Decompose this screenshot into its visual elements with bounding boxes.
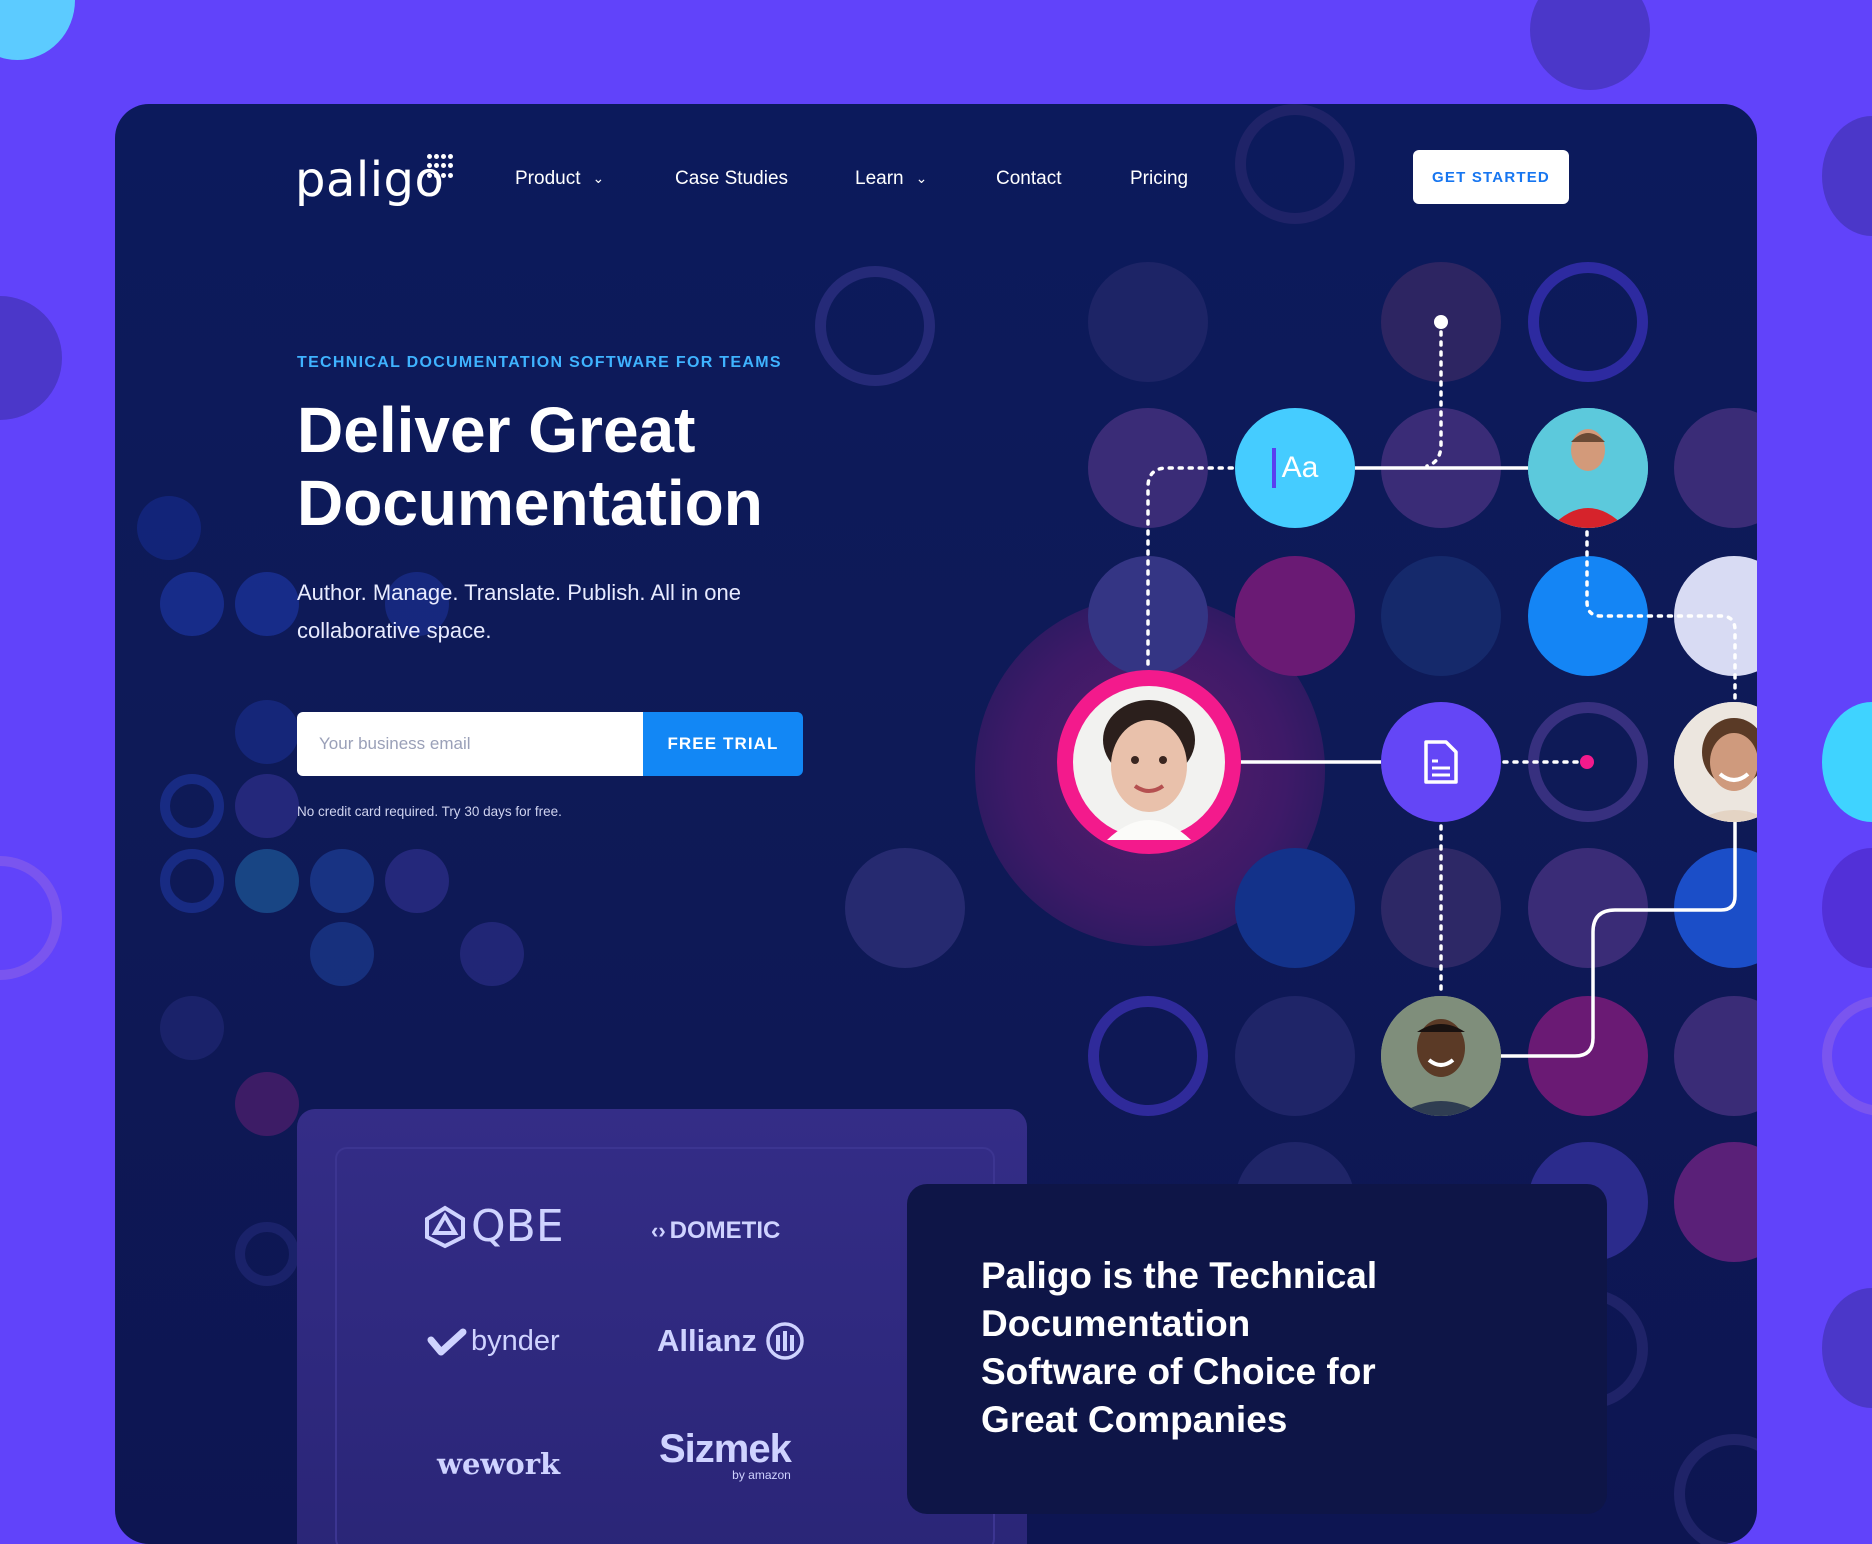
connector-lines [1146, 315, 1737, 1058]
business-email-input[interactable] [297, 712, 643, 776]
nav-item-contact[interactable]: Contact [996, 168, 1061, 190]
bg-circle-cyan [1822, 702, 1872, 822]
pitch-line-2: Documentation [981, 1303, 1251, 1344]
qbe-logo: QBE [423, 1201, 564, 1252]
brand-wordmark: paligo [295, 152, 445, 208]
nav-item-label: Product [515, 168, 581, 189]
qbe-mark-icon [425, 1205, 465, 1248]
avatar-man-smiling [1381, 996, 1501, 1116]
brand-dots-icon [427, 154, 453, 180]
brand-logo[interactable]: paligo [295, 152, 444, 208]
bg-circle [1530, 0, 1650, 90]
pitch-line-1: Paligo is the Technical [981, 1255, 1378, 1296]
bg-circle [0, 296, 62, 420]
bynder-logo: bynder [427, 1325, 560, 1358]
chevron-down-icon: ⌄ [592, 170, 605, 186]
avatar-man-red-shirt [1528, 408, 1648, 528]
document-icon [1381, 702, 1501, 822]
bg-ring [0, 856, 62, 980]
hero-subheadline: Author. Manage. Translate. Publish. All … [297, 574, 857, 650]
dometic-mark-icon: ‹› [651, 1218, 666, 1243]
nav-item-label: Case Studies [675, 168, 789, 189]
chevron-down-icon: ⌄ [915, 170, 928, 186]
qbe-text: QBE [471, 1201, 564, 1252]
text-cursor-bar [1271, 448, 1276, 488]
subheadline-line-1: Author. Manage. Translate. Publish. All … [297, 580, 741, 605]
allianz-text: Allianz [657, 1323, 757, 1358]
nav-item-label: Pricing [1130, 168, 1189, 189]
bg-circle [1822, 1288, 1872, 1408]
grid-ring [1674, 1434, 1757, 1544]
nav-item-label: Learn [855, 168, 904, 189]
bg-circle-cyan [0, 0, 75, 60]
bg-circle [1822, 848, 1872, 968]
bynder-text: bynder [471, 1325, 560, 1357]
hero-eyebrow: TECHNICAL DOCUMENTATION SOFTWARE FOR TEA… [297, 354, 782, 371]
typography-label: Aa [1281, 451, 1319, 484]
get-started-button[interactable]: GET STARTED [1413, 150, 1569, 204]
free-trial-button[interactable]: FREE TRIAL [643, 712, 803, 776]
bynder-mark-icon [427, 1328, 467, 1355]
allianz-mark-icon [766, 1322, 804, 1360]
hero-headline: Deliver Great Documentation [297, 394, 857, 540]
pitch-card: Paligo is the Technical Documentation So… [907, 1184, 1607, 1514]
pitch-line-3: Software of Choice for [981, 1351, 1376, 1392]
pitch-line-4: Great Companies [981, 1399, 1288, 1440]
dometic-logo: ‹› DOMETIC [651, 1217, 780, 1245]
sizmek-logo: Sizmek by amazon [659, 1427, 792, 1482]
nav-item-pricing[interactable]: Pricing [1130, 168, 1188, 190]
nav-item-learn[interactable]: Learn ⌄ [855, 168, 927, 190]
sizmek-text: Sizmek [659, 1427, 792, 1471]
headline-line-2: Documentation [297, 467, 763, 539]
bg-ring [1822, 996, 1872, 1116]
wework-logo: wework [437, 1447, 560, 1481]
hero-card: Aa paligo Product ⌄ Case Studies Learn ⌄… [115, 104, 1757, 1544]
decor-ring [235, 1222, 299, 1286]
nav-item-label: Contact [996, 168, 1062, 189]
dometic-text: DOMETIC [669, 1217, 781, 1244]
avatar-woman-pink-ring [1057, 670, 1241, 854]
pitch-text: Paligo is the Technical Documentation So… [981, 1252, 1431, 1444]
wework-text: wework [437, 1447, 561, 1481]
typography-icon: Aa [1235, 408, 1355, 528]
bg-circle [1822, 116, 1872, 236]
allianz-logo: Allianz [657, 1321, 805, 1361]
trial-note: No credit card required. Try 30 days for… [297, 804, 562, 819]
nav-item-case-studies[interactable]: Case Studies [675, 168, 788, 190]
headline-line-1: Deliver Great [297, 394, 696, 466]
subheadline-line-2: collaborative space. [297, 618, 492, 643]
nav-item-product[interactable]: Product ⌄ [515, 168, 604, 190]
